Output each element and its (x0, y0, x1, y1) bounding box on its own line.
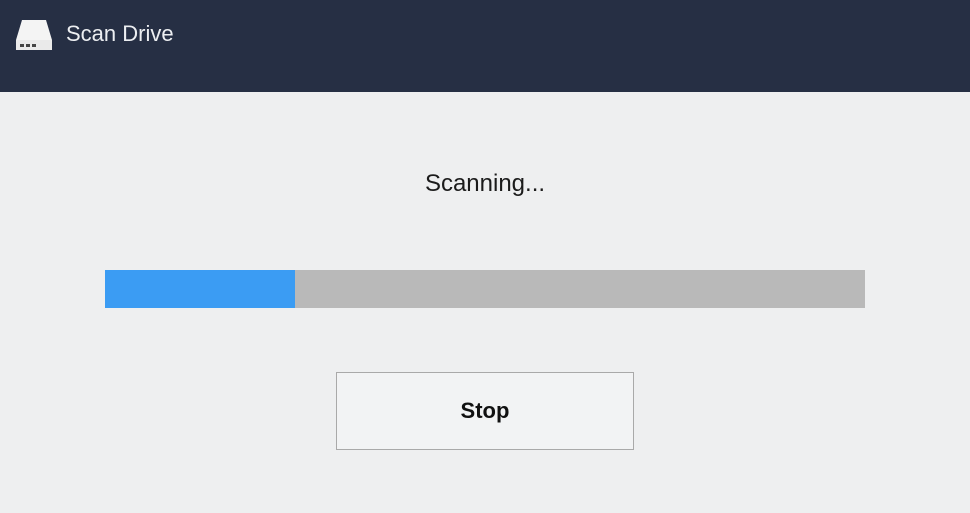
app-header: Scan Drive (0, 0, 970, 92)
main-content: Scanning... Stop (0, 92, 970, 450)
page-title: Scan Drive (66, 18, 174, 50)
drive-icon (16, 18, 52, 50)
progress-bar (105, 270, 865, 308)
stop-button[interactable]: Stop (336, 372, 634, 450)
progress-bar-fill (105, 270, 295, 308)
scan-status-text: Scanning... (425, 170, 545, 198)
